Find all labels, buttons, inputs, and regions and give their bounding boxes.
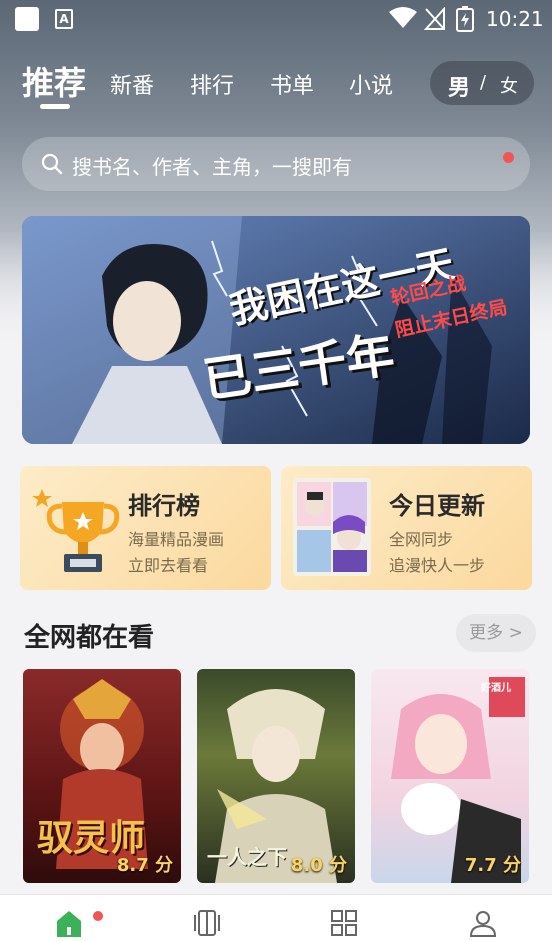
- search-placeholder: 搜书名、作者、主角，一搜即有: [72, 155, 352, 179]
- more-button[interactable]: 更多 >: [456, 614, 536, 652]
- tab-recommend[interactable]: 推荐: [22, 58, 86, 104]
- tab-ranking[interactable]: 排行: [190, 68, 234, 100]
- today-update-title: 今日更新: [389, 492, 485, 520]
- gender-female[interactable]: 女: [500, 72, 518, 98]
- wifi-icon: [389, 7, 417, 28]
- search-icon: [41, 153, 63, 175]
- no-signal-icon: [424, 7, 445, 30]
- active-tab-indicator: [40, 104, 70, 109]
- today-update-card[interactable]: 今日更新 全网同步 追漫快人一步: [281, 466, 532, 590]
- home-icon[interactable]: [55, 909, 83, 937]
- cover-title-art-3: 好酒儿: [481, 683, 511, 694]
- tab-booklist[interactable]: 书单: [270, 68, 314, 100]
- cover-title-art-2: 一人之下: [207, 845, 287, 869]
- bottom-nav: [0, 894, 552, 941]
- top-nav: 推荐 新番 排行 书单 小说 男 / 女: [0, 58, 552, 109]
- ranking-card-line2: 立即去看看: [128, 556, 209, 575]
- book-score: 7.7 分: [464, 855, 521, 876]
- book-cover[interactable]: 一人之下 8.0 分: [197, 669, 355, 883]
- tab-novel[interactable]: 小说: [349, 68, 393, 100]
- notification-dot: [503, 152, 514, 163]
- ranking-card-title: 排行榜: [128, 492, 200, 520]
- today-update-line1: 全网同步: [389, 530, 454, 549]
- home-notification-dot: [93, 911, 103, 921]
- library-icon[interactable]: [192, 909, 222, 937]
- featured-banner[interactable]: 我困在这一天 已三千年 轮回之战 阻止末日终局: [22, 216, 530, 444]
- section-title: 全网都在看: [24, 623, 155, 653]
- gender-male[interactable]: 男: [448, 70, 470, 102]
- book-score: 8.0 分: [290, 855, 347, 876]
- trophy-icon: [32, 489, 120, 572]
- gender-toggle[interactable]: 男 / 女: [430, 61, 534, 105]
- text-a-icon: A: [55, 9, 73, 29]
- app-square-icon: [15, 7, 39, 31]
- status-bar: A 10:21: [0, 0, 552, 38]
- book-cover[interactable]: 好酒儿 7.7 分: [371, 669, 529, 883]
- today-update-line2: 追漫快人一步: [389, 556, 486, 575]
- ranking-card[interactable]: 排行榜 海量精品漫画 立即去看看: [20, 466, 271, 590]
- gender-separator: /: [480, 72, 487, 93]
- category-icon[interactable]: [330, 909, 358, 937]
- profile-icon[interactable]: [469, 909, 497, 937]
- book-cover[interactable]: 驭灵师 8.7 分: [23, 669, 181, 883]
- comic-thumbnail: [293, 478, 371, 576]
- book-score: 8.7 分: [116, 855, 173, 876]
- tab-new[interactable]: 新番: [110, 68, 154, 100]
- clock: 10:21: [486, 7, 544, 31]
- ranking-card-line1: 海量精品漫画: [128, 530, 225, 549]
- battery-charging-icon: [456, 6, 474, 32]
- search-bar[interactable]: 搜书名、作者、主角，一搜即有: [22, 137, 530, 191]
